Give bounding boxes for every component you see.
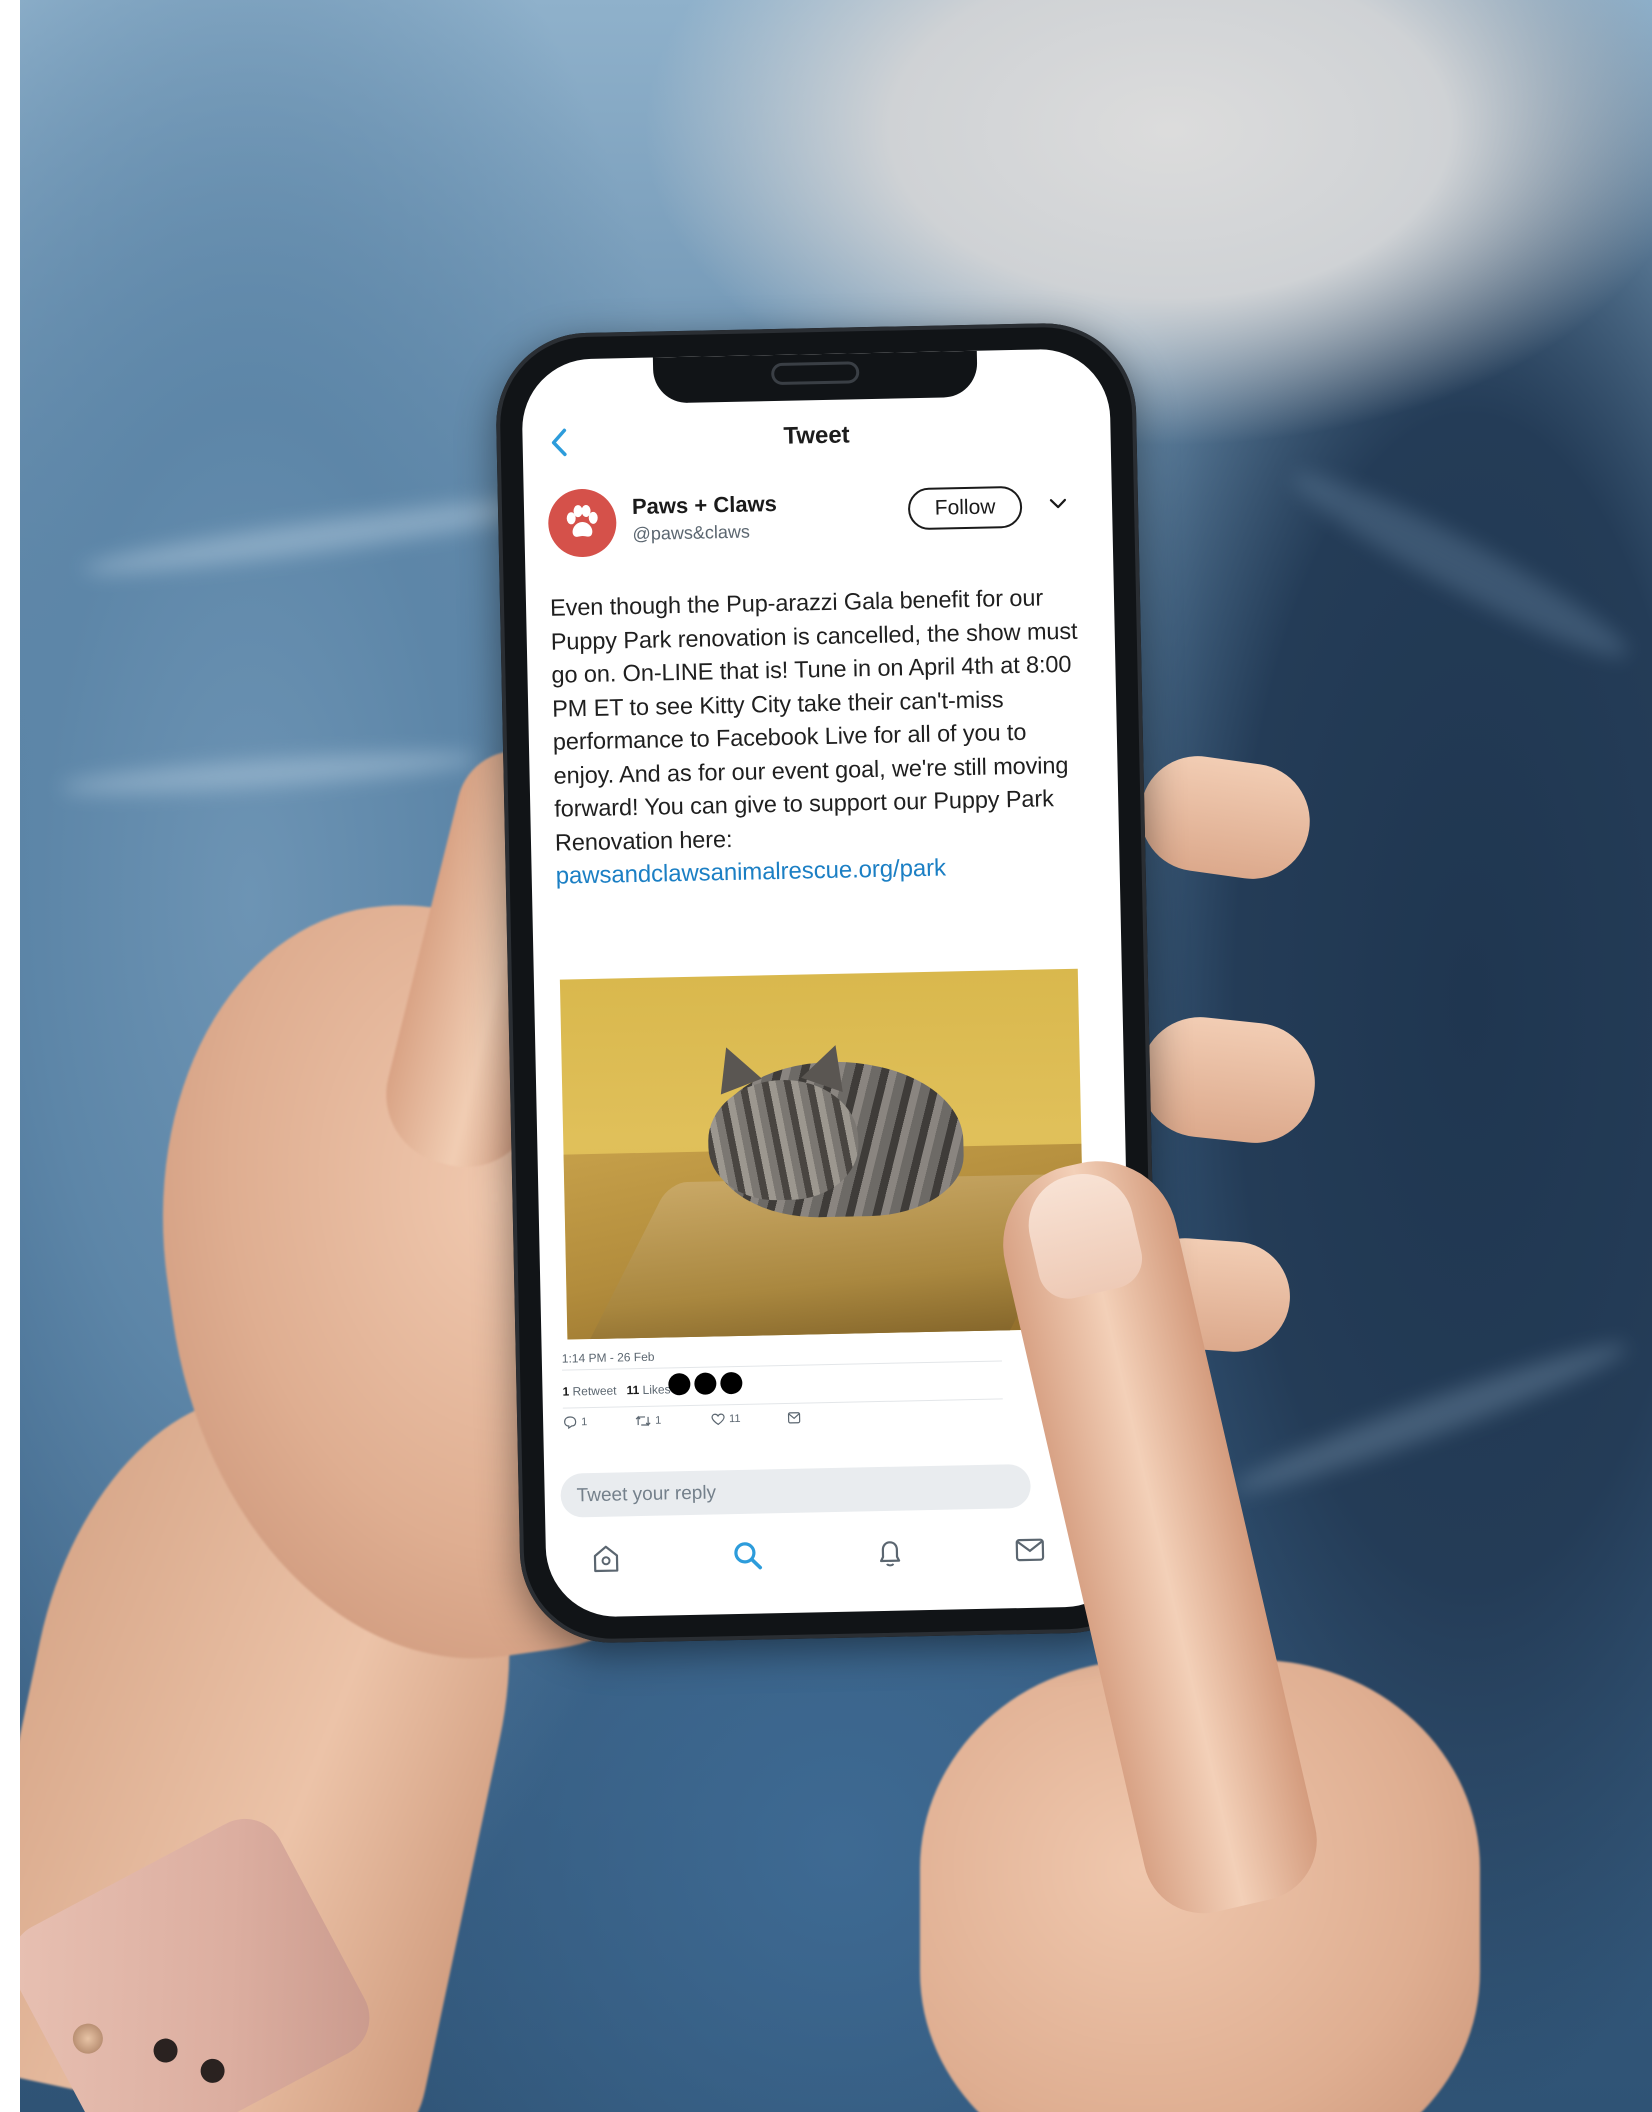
- retweet-label[interactable]: Retweet: [572, 1384, 616, 1399]
- retweet-icon: [635, 1415, 651, 1427]
- tweet-photo[interactable]: [559, 968, 1086, 1340]
- liker-avatar: [694, 1372, 717, 1395]
- reply-placeholder: Tweet your reply: [576, 1482, 717, 1507]
- reply-button[interactable]: 1: [563, 1415, 587, 1430]
- watch-stud: [67, 2018, 109, 2059]
- left-finger: [1134, 1011, 1321, 1149]
- left-finger: [1132, 748, 1318, 887]
- tweet-body: Even though the Pup-arazzi Gala benefit …: [550, 581, 1086, 894]
- share-icon: [787, 1412, 801, 1424]
- notch: [652, 350, 978, 404]
- like-action-count: 11: [728, 1412, 741, 1426]
- retweet-action-count: 1: [655, 1414, 662, 1427]
- home-icon[interactable]: [588, 1540, 625, 1577]
- chevron-down-icon[interactable]: [1048, 493, 1068, 513]
- jeans-seam: [1226, 1329, 1634, 1507]
- heart-icon: [711, 1413, 725, 1426]
- messages-icon[interactable]: [1012, 1532, 1049, 1569]
- liker-avatar: [720, 1371, 743, 1395]
- nav-bar: Tweet: [522, 406, 1111, 474]
- tweet-actions: 1 1 11: [563, 1409, 863, 1439]
- likes-label[interactable]: Likes: [642, 1382, 670, 1397]
- search-icon[interactable]: [730, 1537, 767, 1574]
- likes-count[interactable]: 11: [626, 1383, 639, 1397]
- tweet-timestamp: 1:14 PM - 26 Feb: [561, 1349, 655, 1366]
- liker-avatar: [668, 1372, 691, 1396]
- share-button[interactable]: [787, 1411, 801, 1425]
- follow-button[interactable]: Follow: [907, 485, 1023, 531]
- retweet-count[interactable]: 1: [562, 1385, 569, 1399]
- fingernail: [1018, 1164, 1149, 1305]
- page-title: Tweet: [783, 421, 850, 450]
- tweet-link[interactable]: pawsandclawsanimalrescue.org/park: [555, 849, 1086, 894]
- watch-hole: [196, 2054, 229, 2088]
- like-button[interactable]: 11: [711, 1412, 741, 1427]
- reply-input[interactable]: Tweet your reply: [560, 1463, 1032, 1518]
- earpiece-speaker: [771, 361, 860, 386]
- display-name[interactable]: Paws + Claws: [632, 491, 777, 520]
- liker-avatars[interactable]: [668, 1371, 747, 1401]
- retweet-button[interactable]: 1: [635, 1414, 661, 1429]
- jeans-seam: [59, 745, 481, 801]
- paw-icon: [566, 504, 598, 537]
- reply-count: 1: [581, 1416, 588, 1429]
- notifications-icon[interactable]: [872, 1534, 909, 1571]
- avatar[interactable]: [547, 488, 618, 558]
- photo-cat-head: [707, 1078, 860, 1202]
- tweet-stats: 1 Retweet 11 Likes: [562, 1382, 670, 1398]
- reply-icon: [564, 1416, 577, 1430]
- user-handle[interactable]: @paws&claws: [632, 522, 750, 545]
- tweet-author: Paws + Claws @paws&claws Follow: [547, 478, 1090, 569]
- jeans-seam: [1280, 453, 1640, 677]
- tweet-text: Even though the Pup-arazzi Gala benefit …: [549, 584, 1078, 856]
- divider: [562, 1398, 1003, 1409]
- tab-bar: [545, 1516, 1134, 1588]
- watch-hole: [149, 2034, 182, 2067]
